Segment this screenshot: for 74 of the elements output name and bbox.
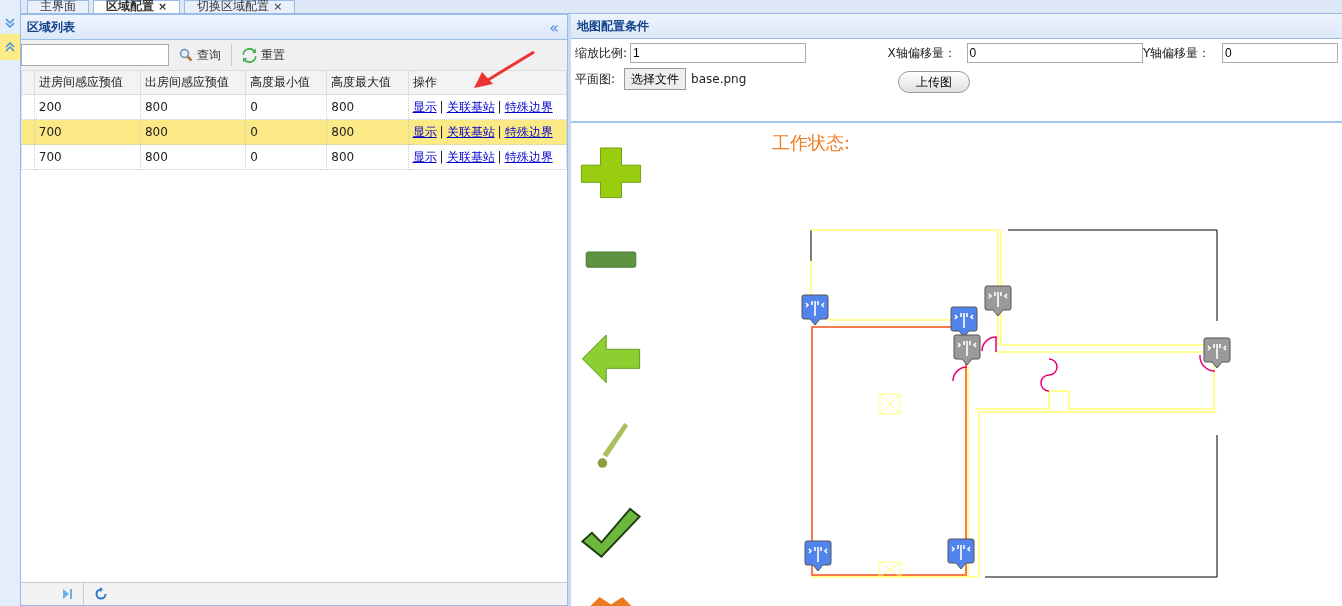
separator: | [439, 124, 444, 139]
field-label: 平面图: [575, 70, 616, 88]
table-cell: 800 [326, 144, 409, 170]
base-station-marker[interactable] [984, 285, 1012, 317]
base-station-marker[interactable] [804, 540, 832, 572]
column-header: 出房间感应预值 [140, 70, 246, 95]
action-link[interactable]: 特殊边界 [504, 149, 553, 164]
field-label: X轴偏移量： [887, 44, 957, 62]
left-arrow-icon[interactable] [580, 333, 642, 384]
base-station-marker[interactable] [953, 334, 981, 366]
table-cell: 0 [245, 94, 327, 120]
plus-icon[interactable] [579, 147, 643, 199]
table-row[interactable]: 200 800 0 800 显示 | 关联基站 | 特殊边界 [21, 94, 567, 120]
arrow-annotation [472, 50, 536, 90]
close-tab-button[interactable]: × [273, 0, 283, 13]
close-tab-button[interactable]: × [158, 0, 168, 13]
search-icon [179, 48, 193, 62]
input-field[interactable]: 0 [1222, 43, 1338, 63]
table-cell: 800 [326, 94, 409, 120]
base-station-marker[interactable] [1203, 337, 1231, 369]
action-link[interactable]: 显示 [412, 99, 437, 114]
action-link[interactable]: 特殊边界 [504, 124, 553, 139]
base-station-marker[interactable] [947, 538, 975, 570]
separator: | [439, 149, 444, 164]
table-row[interactable]: 700 800 0 800 显示 | 关联基站 | 特殊边界 [21, 119, 567, 145]
refresh-icon [242, 47, 257, 63]
column-header: 进房间感应预值 [34, 70, 141, 95]
search-field[interactable] [21, 44, 169, 66]
sidebar-item[interactable] [0, 34, 20, 60]
table-cell: 800 [140, 119, 246, 145]
upload-button[interactable]: 上传图 [898, 71, 970, 93]
column-header: 高度最小值 [245, 70, 327, 95]
action-link[interactable]: 显示 [412, 149, 437, 164]
action-link[interactable]: 关联基站 [446, 149, 495, 164]
table-cell: 800 [140, 144, 246, 170]
column-header: 操作 [408, 70, 567, 95]
expand-icon[interactable] [4, 18, 16, 28]
column-header: 高度最大值 [326, 70, 409, 95]
input-field[interactable]: 1 [630, 43, 807, 63]
status-label: 工作状态: [772, 131, 852, 155]
tab[interactable]: 区域配置 × [93, 0, 181, 13]
action-link[interactable]: 关联基站 [446, 124, 495, 139]
minus-icon[interactable] [584, 250, 638, 268]
panel-title: 地图配置条件 [577, 17, 649, 35]
input-field[interactable]: 0 [966, 43, 1143, 63]
panel-title: 区域列表 [27, 18, 75, 36]
tab[interactable]: 主界面 [27, 0, 89, 13]
table-cell: 0 [245, 144, 327, 170]
action-link[interactable]: 关联基站 [446, 99, 495, 114]
table-cell: 800 [326, 119, 409, 145]
last-page-icon[interactable] [61, 588, 73, 600]
table-cell: 0 [245, 119, 327, 145]
field-label: Y轴偏移量： [1143, 44, 1212, 62]
table-cell: 700 [34, 119, 141, 145]
checkmark-icon[interactable] [580, 507, 642, 559]
reset-button[interactable]: 重置 [238, 44, 289, 66]
refresh-icon[interactable] [94, 587, 108, 601]
base-station-marker[interactable] [801, 294, 829, 326]
table-cell: 700 [34, 144, 141, 170]
field-label: 缩放比例: [575, 44, 628, 62]
separator: | [497, 124, 502, 139]
tab[interactable]: 切换区域配置 × [184, 0, 296, 13]
search-button[interactable]: 查询 [175, 44, 225, 66]
table-cell: 800 [140, 94, 246, 120]
separator: | [497, 149, 502, 164]
table-cell: 200 [34, 94, 141, 120]
collapse-icon[interactable] [4, 42, 16, 52]
action-link[interactable]: 特殊边界 [504, 99, 553, 114]
action-link[interactable]: 显示 [412, 124, 437, 139]
choose-file-button[interactable]: 选择文件 [624, 68, 687, 90]
separator: | [497, 99, 502, 114]
file-name: base.png [691, 72, 747, 86]
table-row[interactable]: 700 800 0 800 显示 | 关联基站 | 特殊边界 [21, 144, 567, 170]
separator: | [439, 99, 444, 114]
